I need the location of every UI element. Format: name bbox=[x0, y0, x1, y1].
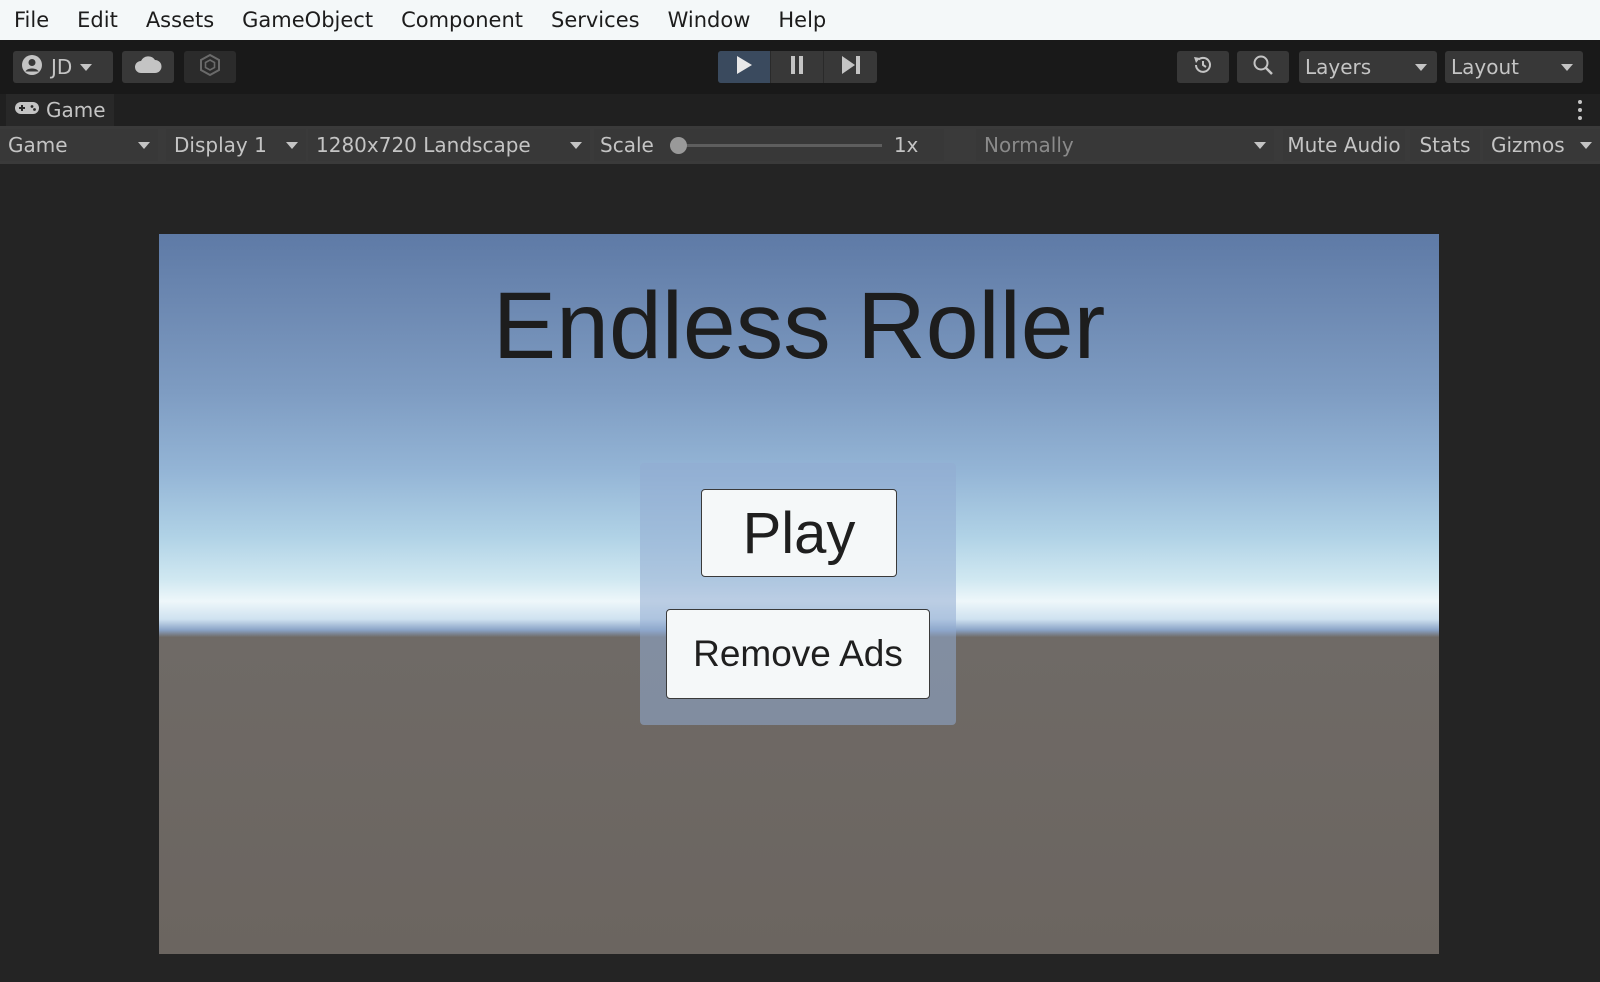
menu-bar: File Edit Assets GameObject Component Se… bbox=[0, 0, 1600, 40]
pause-icon bbox=[789, 55, 805, 79]
resolution-dropdown[interactable]: 1280x720 Landscape bbox=[308, 129, 590, 161]
chevron-down-icon bbox=[286, 141, 298, 149]
game-render-frame[interactable]: Endless Roller Play Remove Ads bbox=[159, 234, 1439, 954]
scale-control: Scale 1x bbox=[594, 129, 944, 161]
play-mode-label: Normally bbox=[984, 133, 1074, 157]
menu-edit[interactable]: Edit bbox=[63, 0, 132, 40]
undo-history-button[interactable] bbox=[1177, 51, 1229, 83]
history-icon bbox=[1191, 53, 1215, 81]
menu-component[interactable]: Component bbox=[387, 0, 537, 40]
cloud-button[interactable] bbox=[122, 51, 174, 83]
display-dropdown[interactable]: Display 1 bbox=[166, 129, 306, 161]
play-controls bbox=[718, 51, 877, 83]
menu-help[interactable]: Help bbox=[764, 0, 840, 40]
step-button[interactable] bbox=[824, 51, 877, 83]
game-viewport: Endless Roller Play Remove Ads bbox=[0, 164, 1600, 982]
scale-slider[interactable] bbox=[669, 136, 882, 154]
scale-value: 1x bbox=[893, 133, 919, 157]
gamepad-icon bbox=[14, 100, 40, 120]
tab-game-label: Game bbox=[46, 98, 106, 122]
display-label: Display 1 bbox=[174, 133, 267, 157]
account-icon bbox=[21, 54, 43, 80]
play-button[interactable] bbox=[718, 51, 771, 83]
view-mode-dropdown[interactable]: Game bbox=[0, 129, 158, 161]
gizmos-label: Gizmos bbox=[1491, 133, 1565, 157]
layers-label: Layers bbox=[1305, 55, 1372, 79]
chevron-down-icon bbox=[1415, 63, 1427, 71]
collab-button[interactable] bbox=[184, 51, 236, 83]
search-icon bbox=[1251, 53, 1275, 81]
chevron-down-icon bbox=[138, 141, 150, 149]
menu-assets[interactable]: Assets bbox=[132, 0, 228, 40]
play-game-button[interactable]: Play bbox=[701, 489, 897, 577]
stats-toggle[interactable]: Stats bbox=[1410, 129, 1480, 161]
mute-audio-label: Mute Audio bbox=[1287, 133, 1401, 157]
layout-dropdown[interactable]: Layout bbox=[1445, 51, 1583, 83]
menu-panel: Play Remove Ads bbox=[640, 463, 956, 725]
play-mode-dropdown[interactable]: Normally bbox=[976, 129, 1274, 161]
step-icon bbox=[840, 55, 862, 79]
account-dropdown[interactable]: JD bbox=[13, 51, 113, 83]
scale-label: Scale bbox=[600, 133, 654, 157]
layers-dropdown[interactable]: Layers bbox=[1299, 51, 1437, 83]
scale-slider-handle[interactable] bbox=[669, 136, 687, 154]
layout-label: Layout bbox=[1451, 55, 1519, 79]
cloud-icon bbox=[134, 55, 162, 79]
play-icon bbox=[735, 55, 753, 79]
resolution-label: 1280x720 Landscape bbox=[316, 133, 531, 157]
search-button[interactable] bbox=[1237, 51, 1289, 83]
menu-file[interactable]: File bbox=[0, 0, 63, 40]
tab-row: Game bbox=[0, 94, 1600, 126]
menu-gameobject[interactable]: GameObject bbox=[228, 0, 387, 40]
account-label: JD bbox=[51, 55, 73, 79]
pause-button[interactable] bbox=[771, 51, 824, 83]
game-view-toolbar: Game Display 1 1280x720 Landscape Scale … bbox=[0, 126, 1600, 164]
stats-label: Stats bbox=[1419, 133, 1471, 157]
chevron-down-icon bbox=[1580, 141, 1592, 149]
mute-audio-toggle[interactable]: Mute Audio bbox=[1283, 129, 1405, 161]
menu-window[interactable]: Window bbox=[654, 0, 765, 40]
chevron-down-icon bbox=[1561, 63, 1573, 71]
chevron-down-icon bbox=[1254, 141, 1266, 149]
menu-services[interactable]: Services bbox=[537, 0, 654, 40]
game-title: Endless Roller bbox=[492, 273, 1106, 379]
tab-game[interactable]: Game bbox=[6, 94, 114, 126]
remove-ads-button[interactable]: Remove Ads bbox=[666, 609, 930, 699]
gizmos-dropdown[interactable]: Gizmos bbox=[1483, 129, 1600, 161]
chevron-down-icon bbox=[80, 63, 93, 71]
chevron-down-icon bbox=[570, 141, 582, 149]
main-toolbar: JD Layers Layout bbox=[0, 40, 1600, 94]
more-options-icon[interactable] bbox=[1578, 100, 1582, 120]
unity-services-icon bbox=[198, 53, 222, 81]
view-mode-label: Game bbox=[8, 133, 68, 157]
